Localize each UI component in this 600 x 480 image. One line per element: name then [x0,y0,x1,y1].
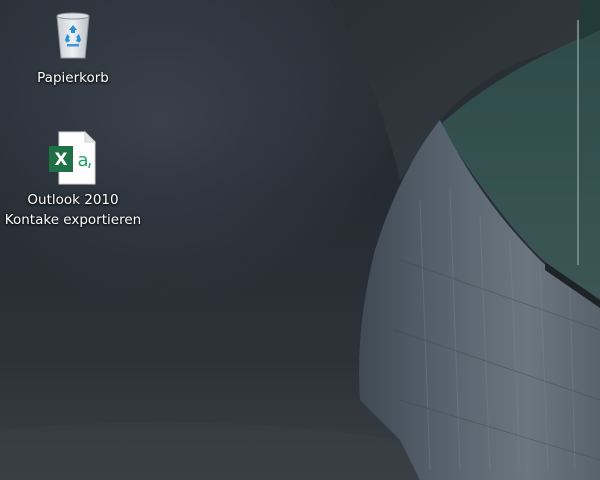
recycle-bin-label: Papierkorb [37,70,109,86]
excel-file-label-line2: Kontake exportieren [4,212,142,228]
svg-text:X: X [54,150,67,170]
excel-file-label-line1: Outlook 2010 [27,192,119,208]
excel-file-label: Outlook 2010 Kontake exportieren [5,190,141,230]
svg-text:a: a [77,150,88,171]
desktop-icon-outlook-export-file[interactable]: X a Outlook 2010 Kontake exportieren [3,130,143,230]
recycle-bin-icon [45,8,101,64]
desktop-icon-recycle-bin[interactable]: Papierkorb [3,8,143,88]
desktop-background[interactable]: Papierkorb X a Outlook 2010 Kontake expo… [0,0,600,480]
excel-file-icon: X a [45,130,101,186]
